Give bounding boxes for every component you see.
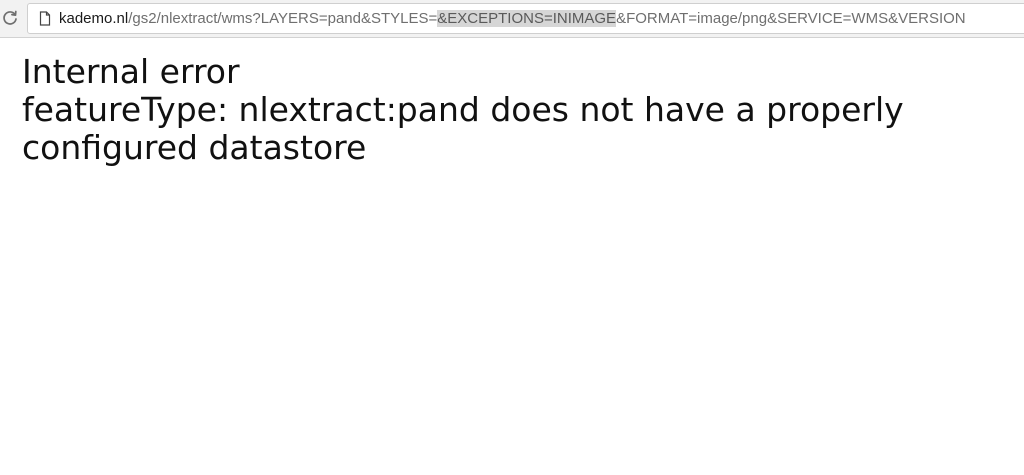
reload-icon[interactable] xyxy=(0,8,20,28)
url-host: kademo.nl xyxy=(59,9,129,27)
document-icon xyxy=(38,11,52,27)
browser-toolbar: kademo.nl/gs2/nlextract/wms?LAYERS=pand&… xyxy=(0,0,1024,38)
url-path-after: &FORMAT=image/png&SERVICE=WMS&VERSION xyxy=(616,9,966,27)
url-text[interactable]: kademo.nl/gs2/nlextract/wms?LAYERS=pand&… xyxy=(59,9,966,29)
address-bar[interactable]: kademo.nl/gs2/nlextract/wms?LAYERS=pand&… xyxy=(27,3,1024,34)
url-path-before: /gs2/nlextract/wms?LAYERS=pand&STYLES= xyxy=(128,9,438,27)
error-title: Internal error xyxy=(22,52,240,91)
error-message-line-2: configured datastore xyxy=(22,128,367,167)
url-highlighted-parameter: &EXCEPTIONS=INIMAGE xyxy=(437,9,617,27)
error-message-panel: Internal error featureType: nlextract:pa… xyxy=(22,53,1012,167)
error-message-line-1: featureType: nlextract:pand does not hav… xyxy=(22,90,904,129)
